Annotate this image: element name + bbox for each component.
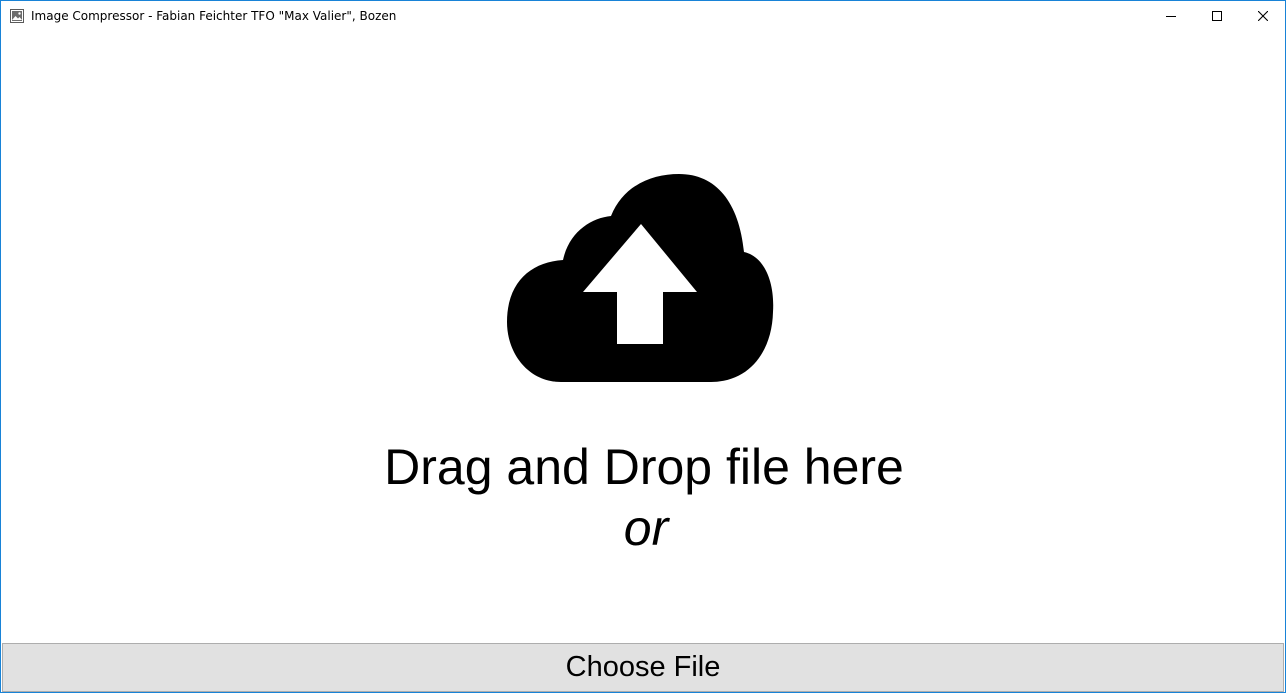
window-title: Image Compressor - Fabian Feichter TFO "… <box>31 9 397 23</box>
title-bar[interactable]: Image Compressor - Fabian Feichter TFO "… <box>1 1 1285 32</box>
cloud-upload-icon <box>501 172 781 387</box>
choose-file-button[interactable]: Choose File <box>2 643 1284 692</box>
maximize-icon <box>1212 8 1222 26</box>
drop-zone[interactable]: Drag and Drop file here or <box>1 32 1285 642</box>
close-icon <box>1257 8 1269 26</box>
close-button[interactable] <box>1240 1 1285 32</box>
or-separator: or <box>623 500 669 556</box>
image-icon <box>10 9 24 23</box>
maximize-button[interactable] <box>1194 1 1240 32</box>
app-window: Image Compressor - Fabian Feichter TFO "… <box>0 0 1286 693</box>
minimize-icon <box>1166 8 1176 26</box>
minimize-button[interactable] <box>1148 1 1194 32</box>
drop-heading: Drag and Drop file here <box>384 439 904 495</box>
